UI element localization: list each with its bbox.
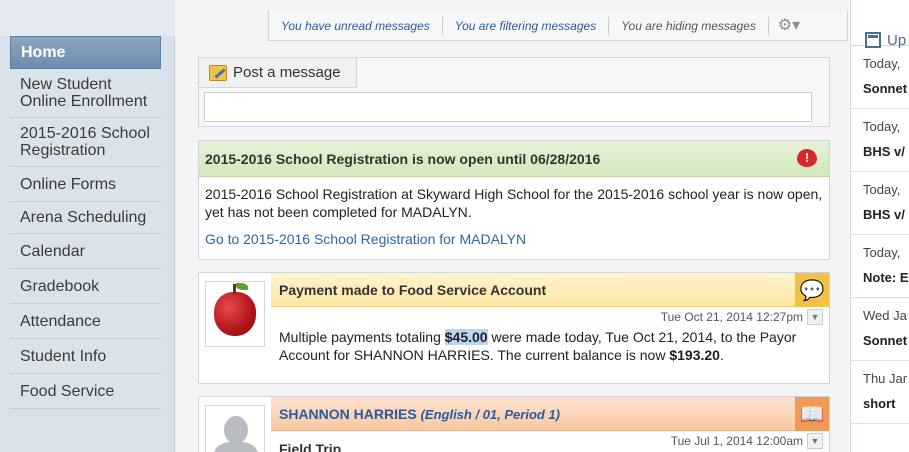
payment-text-start: Multiple payments totaling: [279, 329, 445, 345]
upcoming-item-date: Today,: [863, 119, 901, 134]
registration-card: 2015-2016 School Registration is now ope…: [198, 140, 830, 260]
upcoming-item[interactable]: Wed Ja Sonnet: [851, 298, 909, 361]
sidebar-item-food-service[interactable]: Food Service: [10, 374, 161, 409]
teacher-message-date: Tue Jul 1, 2014 12:00am: [670, 434, 803, 448]
post-message-tab[interactable]: Post a message: [199, 58, 357, 88]
payment-card: Payment made to Food Service Account 💬 T…: [198, 272, 830, 384]
payment-text: Multiple payments totaling $45.00 were m…: [279, 328, 825, 364]
book-icon: 📖: [795, 397, 829, 431]
upcoming-item[interactable]: Thu Jar short: [851, 361, 909, 424]
gear-icon[interactable]: ⚙▾: [769, 17, 809, 35]
sidebar-item-calendar[interactable]: Calendar: [10, 234, 161, 269]
upcoming-item-title: BHS v/: [863, 144, 905, 159]
upcoming-item-date: Thu Jar: [863, 371, 908, 386]
sidebar-item-home[interactable]: Home: [10, 36, 161, 69]
payment-options-dropdown[interactable]: ▼: [807, 309, 823, 325]
alert-icon: !: [797, 149, 817, 167]
registration-link[interactable]: Go to 2015-2016 School Registration for …: [199, 221, 829, 247]
sidebar-item-gradebook[interactable]: Gradebook: [10, 269, 161, 304]
sidebar-header: [0, 0, 175, 36]
upcoming-item-title: BHS v/: [863, 207, 905, 222]
teacher-message-subject: Field Trip: [279, 441, 342, 452]
sidebar-item-online-forms[interactable]: Online Forms: [10, 167, 161, 202]
sidebar-nav: Home New Student Online Enrollment 2015-…: [10, 36, 161, 409]
upcoming-item[interactable]: Today, Sonnet: [851, 46, 909, 109]
upcoming-item-title: Sonnet: [863, 333, 908, 348]
upcoming-header: Up: [851, 0, 909, 49]
upcoming-item-date: Today,: [863, 56, 901, 71]
pencil-icon: [209, 64, 227, 81]
calendar-icon: [865, 32, 881, 48]
upcoming-item-title: Sonnet: [863, 81, 908, 96]
sidebar: Home New Student Online Enrollment 2015-…: [0, 0, 175, 452]
payment-text-end: .: [719, 347, 724, 363]
upcoming-panel: Up Today, Sonnet Today, BHS v/ Today, BH…: [850, 0, 909, 452]
sidebar-item-arena-scheduling[interactable]: Arena Scheduling: [10, 202, 161, 234]
sidebar-item-school-registration[interactable]: 2015-2016 School Registration: [10, 118, 161, 167]
payment-date: Tue Oct 21, 2014 12:27pm: [660, 310, 803, 324]
teacher-message-card: SHANNON HARRIES (English / 01, Period 1)…: [198, 396, 830, 452]
post-message-box: Post a message: [198, 57, 830, 127]
upcoming-item[interactable]: Today, BHS v/: [851, 109, 909, 172]
post-message-input[interactable]: [204, 92, 812, 122]
registration-card-header: 2015-2016 School Registration is now ope…: [199, 141, 829, 177]
upcoming-item-title: short: [863, 396, 896, 411]
payment-card-header: Payment made to Food Service Account 💬: [271, 273, 829, 307]
upcoming-title: Up: [887, 32, 907, 49]
person-avatar-icon: [205, 405, 265, 452]
payment-balance: $193.20: [669, 347, 720, 363]
apple-avatar: [205, 281, 265, 347]
hiding-messages-link[interactable]: You are hiding messages: [609, 16, 769, 35]
sidebar-item-new-student-enrollment[interactable]: New Student Online Enrollment: [10, 69, 161, 118]
teacher-card-header: SHANNON HARRIES (English / 01, Period 1)…: [271, 397, 829, 431]
sidebar-item-student-info[interactable]: Student Info: [10, 339, 161, 374]
upcoming-item-title: Note: E: [863, 270, 909, 285]
teacher-options-dropdown[interactable]: ▼: [807, 433, 823, 449]
apple-icon: [214, 283, 256, 336]
registration-title: 2015-2016 School Registration is now ope…: [205, 150, 601, 167]
upcoming-item-date: Wed Ja: [863, 308, 907, 323]
message-filter-bar: You have unread messages You are filteri…: [268, 11, 848, 41]
upcoming-item-date: Today,: [863, 245, 901, 260]
upcoming-item[interactable]: Today, BHS v/: [851, 172, 909, 235]
teacher-name[interactable]: SHANNON HARRIES: [279, 406, 417, 422]
upcoming-item[interactable]: Today, Note: E: [851, 235, 909, 298]
post-message-label: Post a message: [233, 64, 341, 81]
speech-bubble-icon: 💬: [795, 273, 829, 307]
unread-messages-link[interactable]: You have unread messages: [269, 16, 443, 35]
payment-amount: $45.00: [444, 329, 488, 345]
payment-title: Payment made to Food Service Account: [279, 282, 547, 298]
teacher-class: (English / 01, Period 1): [420, 407, 560, 422]
upcoming-item-date: Today,: [863, 182, 901, 197]
registration-body: 2015-2016 School Registration at Skyward…: [205, 186, 823, 220]
sidebar-item-attendance[interactable]: Attendance: [10, 304, 161, 339]
filtering-messages-link[interactable]: You are filtering messages: [443, 16, 610, 35]
